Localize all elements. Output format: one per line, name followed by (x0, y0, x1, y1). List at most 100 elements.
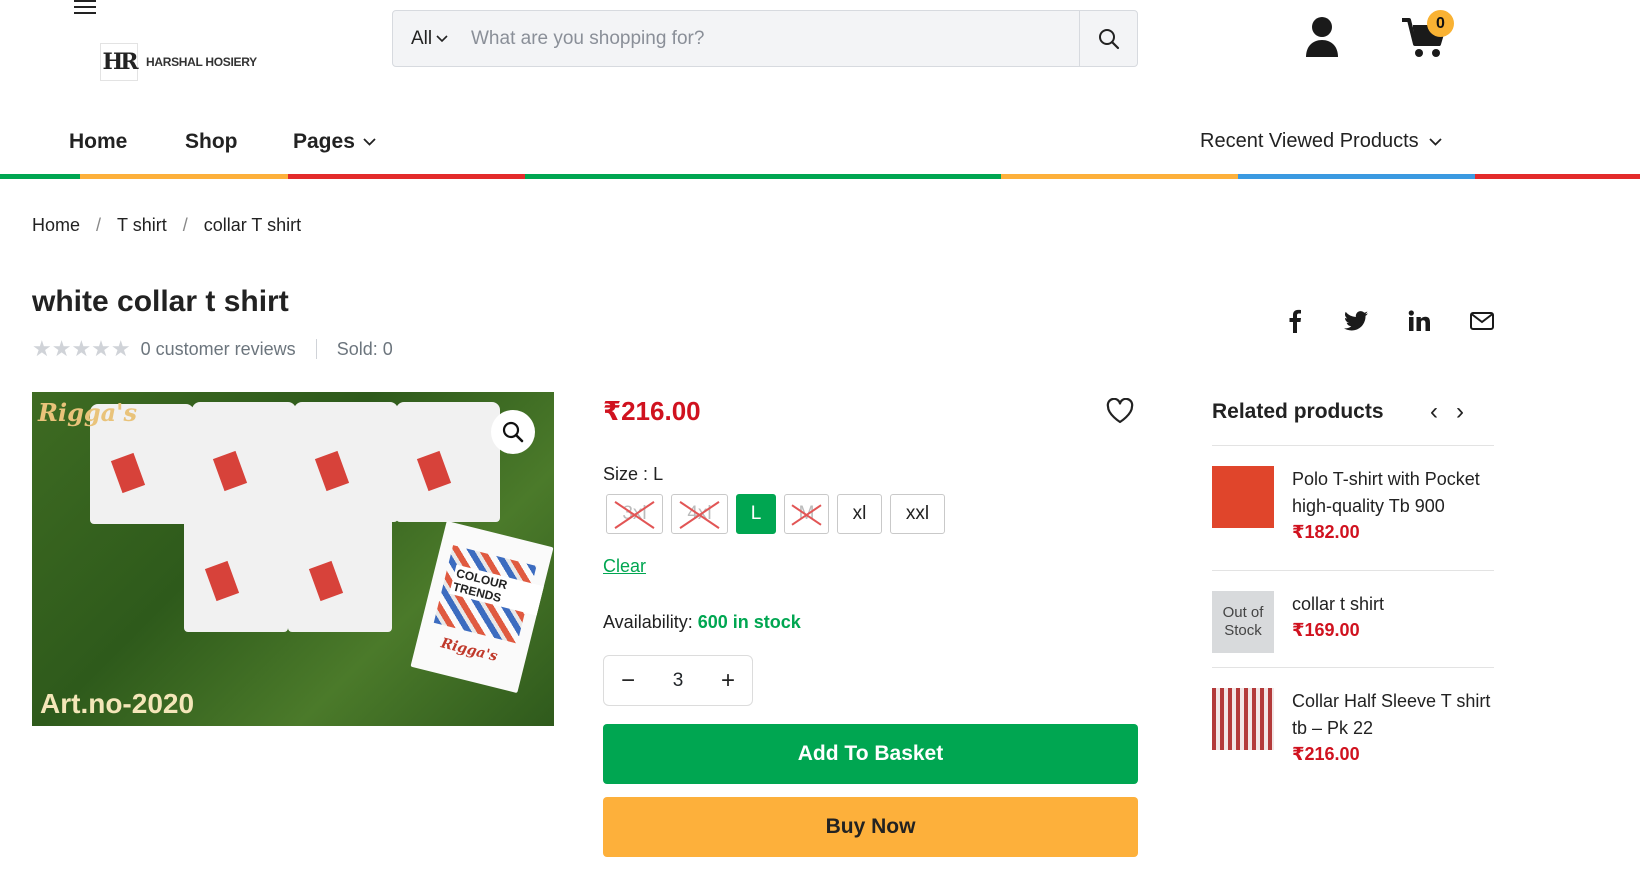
related-product-item[interactable]: Polo T-shirt with Pocket high-quality Tb… (1212, 466, 1494, 543)
shirt-graphic (184, 512, 288, 632)
breadcrumb-separator: / (96, 215, 102, 235)
size-option-3xl[interactable]: 3xl (606, 494, 663, 534)
linkedin-icon[interactable] (1404, 306, 1434, 336)
size-option-4xl[interactable]: 4xl (671, 494, 728, 534)
color-divider-segment (1475, 174, 1640, 179)
related-product-item[interactable]: Out of Stock collar t shirt ₹169.00 (1212, 591, 1494, 653)
rating-divider (315, 339, 317, 359)
product-rating: ★★★★★ 0 customer reviews Sold: 0 (32, 336, 393, 362)
nav-shop[interactable]: Shop (185, 130, 238, 154)
breadcrumb-home[interactable]: Home (32, 215, 80, 236)
clear-selection-link[interactable]: Clear (603, 556, 646, 577)
logo-text: HARSHAL HOSIERY (146, 55, 257, 69)
increase-quantity-button[interactable]: + (718, 667, 738, 695)
related-carousel-controls: ‹ › (1430, 398, 1464, 426)
site-logo[interactable]: HR HARSHAL HOSIERY (100, 40, 270, 84)
nav-pages-label: Pages (293, 130, 355, 153)
nav-shop-label: Shop (185, 130, 238, 153)
related-product-thumbnail[interactable] (1212, 688, 1274, 750)
stock-status: 600 in stock (697, 612, 801, 632)
quantity-stepper: − 3 + (603, 655, 753, 706)
product-image[interactable]: COLOUR TRENDS Rigga's Rigga's Art.no-202… (32, 392, 554, 726)
breadcrumb: Home / T shirt / collar T shirt (32, 215, 301, 236)
buy-now-button[interactable]: Buy Now (603, 797, 1138, 857)
shirt-graphic (294, 402, 398, 522)
color-divider-segment (1001, 174, 1238, 179)
related-product-name[interactable]: collar t shirt (1292, 591, 1384, 618)
shirt-graphic (288, 512, 392, 632)
book-brand: Rigga's (439, 635, 500, 665)
review-count-link[interactable]: 0 customer reviews (141, 339, 296, 360)
size-option-xl[interactable]: xl (837, 494, 882, 534)
related-product-name[interactable]: Polo T-shirt with Pocket high-quality Tb… (1292, 466, 1494, 520)
chevron-left-icon[interactable]: ‹ (1430, 398, 1438, 426)
add-to-basket-button[interactable]: Add To Basket (603, 724, 1138, 784)
related-product-item[interactable]: Collar Half Sleeve T shirt tb – Pk 22 ₹2… (1212, 688, 1494, 765)
image-brand-mark: Rigga's (38, 398, 138, 427)
size-option-xxl[interactable]: xxl (890, 494, 945, 534)
related-divider (1212, 445, 1494, 446)
size-options: 3xl 4xl L M xl xxl (606, 494, 945, 534)
color-divider-segment (288, 174, 525, 179)
related-product-price: ₹216.00 (1292, 744, 1360, 764)
shirt-graphic (192, 402, 296, 522)
menu-icon[interactable] (74, 0, 98, 18)
search-button[interactable] (1079, 11, 1137, 66)
related-product-name[interactable]: Collar Half Sleeve T shirt tb – Pk 22 (1292, 688, 1494, 742)
search-bar: All (392, 10, 1138, 67)
related-product-price: ₹169.00 (1292, 620, 1360, 640)
breadcrumb-separator: / (182, 215, 188, 235)
color-divider-segment (525, 174, 1001, 179)
color-divider (0, 174, 1640, 179)
size-option-label: 4xl (687, 503, 712, 524)
rating-stars-icon: ★★★★★ (32, 336, 131, 361)
zoom-icon (502, 421, 524, 443)
color-divider-segment (80, 174, 288, 179)
sold-count: Sold: 0 (336, 338, 393, 359)
nav-home-label: Home (69, 130, 128, 153)
chevron-right-icon[interactable]: › (1456, 398, 1464, 426)
logo-mark: HR (100, 43, 139, 81)
facebook-icon[interactable] (1280, 306, 1310, 336)
color-divider-segment (0, 174, 80, 179)
color-divider-segment (1238, 174, 1475, 179)
twitter-icon[interactable] (1341, 306, 1371, 336)
nav-pages[interactable]: Pages (293, 130, 376, 154)
cart-count-badge: 0 (1427, 10, 1454, 37)
related-product-thumbnail[interactable] (1212, 466, 1274, 528)
availability: Availability: 600 in stock (603, 612, 801, 633)
main-nav: Home Shop Pages Recent Viewed Products (0, 112, 1640, 172)
decrease-quantity-button[interactable]: − (618, 667, 638, 695)
size-option-label: 3xl (622, 503, 647, 524)
chevron-down-icon (436, 34, 448, 42)
breadcrumb-tshirt[interactable]: T shirt (117, 215, 167, 236)
account-icon[interactable] (1304, 16, 1340, 58)
product-title: white collar t shirt (32, 285, 289, 318)
wishlist-heart-icon[interactable] (1106, 397, 1134, 424)
breadcrumb-current: collar T shirt (203, 215, 302, 235)
search-category-select[interactable]: All (393, 28, 463, 50)
recent-viewed-products-toggle[interactable]: Recent Viewed Products (1200, 130, 1442, 153)
shirt-graphic (396, 402, 500, 522)
out-of-stock-badge: Out of Stock (1212, 591, 1274, 653)
email-icon[interactable] (1467, 306, 1497, 336)
size-label: Size : L (603, 464, 663, 485)
zoom-button[interactable] (491, 410, 535, 454)
catalog-book: COLOUR TRENDS Rigga's (410, 520, 554, 694)
size-option-label: xxl (905, 503, 930, 524)
search-input[interactable] (463, 11, 1079, 66)
quantity-value[interactable]: 3 (673, 670, 684, 692)
size-option-m[interactable]: M (784, 494, 829, 534)
size-label-colon: : (643, 464, 649, 484)
related-product-thumbnail[interactable]: Out of Stock (1212, 591, 1274, 653)
related-divider (1212, 667, 1494, 668)
chevron-down-icon (363, 138, 376, 146)
image-art-number: Art.no-2020 (40, 688, 195, 719)
size-option-l[interactable]: L (736, 494, 776, 534)
related-product-price: ₹182.00 (1292, 522, 1360, 542)
size-option-label: L (750, 503, 762, 524)
related-products-title: Related products (1212, 400, 1384, 423)
nav-home[interactable]: Home (69, 130, 127, 154)
availability-label: Availability: (603, 612, 693, 632)
size-option-label: xl (852, 503, 867, 524)
